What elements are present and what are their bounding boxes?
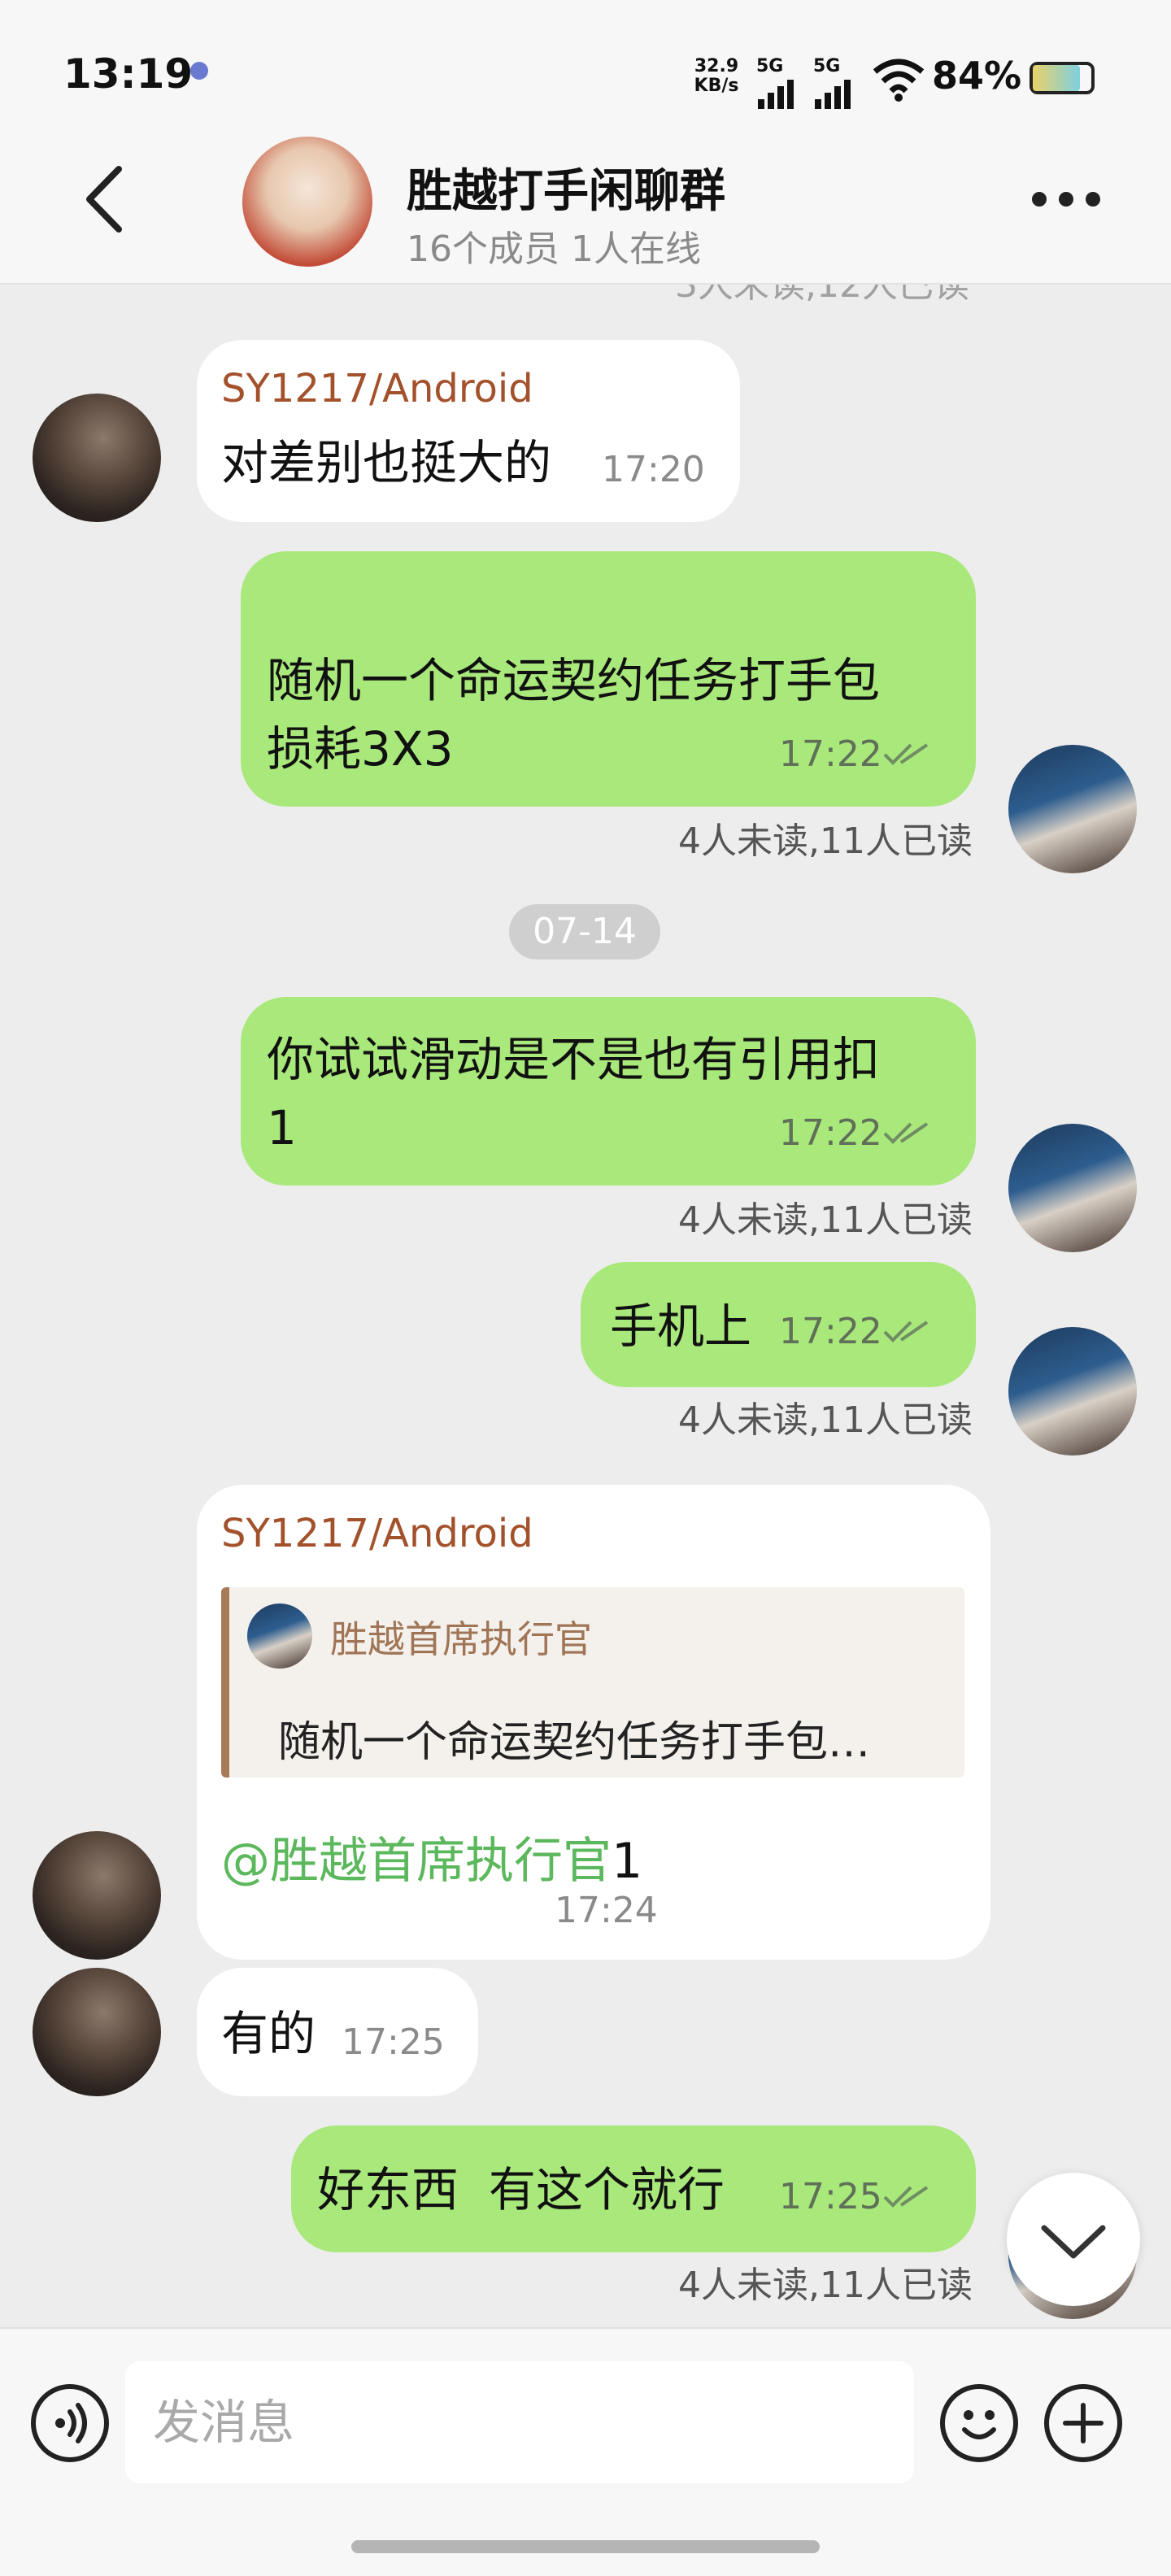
message-text: 手机上 [610,1299,752,1354]
back-arrow-icon[interactable] [81,163,127,236]
sender-avatar[interactable] [33,1831,161,1960]
status-time: 13:19 [63,50,194,98]
battery-percent: 84% [932,54,1022,98]
message-text: 对差别也挺大的 [221,435,552,490]
net-speed: 32.9 KB/s [688,57,745,96]
more-icon[interactable] [1030,187,1103,211]
signal-icon-2: 5G [813,57,862,112]
message-input-field[interactable] [125,2361,914,2483]
net-speed-unit: KB/s [694,76,739,96]
message-time: 17:22 [779,733,882,775]
message-time: 17:20 [602,449,705,490]
app-notification-icon [190,62,208,80]
read-receipt[interactable]: 4人未读,11人已读 [678,812,973,864]
my-avatar[interactable] [1008,1124,1137,1252]
chevron-down-icon [1041,2225,1106,2259]
message-text: 好东西 有这个就行 [317,2162,725,2217]
plus-icon [1063,2403,1104,2443]
group-avatar[interactable] [242,137,372,267]
message-text: 1 [612,1833,643,1890]
message-time: 17:22 [779,1112,882,1154]
signal-bars-2 [815,80,851,109]
message-time: 17:25 [342,2021,445,2063]
home-indicator[interactable] [351,2540,820,2553]
signal-bars [758,80,794,109]
message-mention-line: @胜越首席执行官1 [221,1821,642,1892]
message-input[interactable] [125,2361,914,2483]
sender-avatar[interactable] [33,1968,161,2096]
message-time: 17:25 [779,2176,882,2217]
message-bubble-mine[interactable] [241,997,976,1186]
quote-sender: 胜越首席执行官 [330,1617,592,1661]
message-text: 随机一个命运契约任务打手包 [267,653,881,708]
group-subtitle: 16个成员 1人在线 [407,228,701,270]
sender-name: SY1217/Android [221,366,533,411]
message-text: 有的 [221,2006,316,2061]
net-speed-value: 32.9 [694,56,739,76]
read-receipt[interactable]: 4人未读,11人已读 [678,1390,973,1442]
sender-name: SY1217/Android [221,1511,533,1556]
emoji-button[interactable] [940,2384,1018,2462]
quote-avatar [247,1603,312,1669]
sim1-label: 5G [756,56,784,76]
double-check-icon [883,743,929,765]
double-check-icon [883,1321,929,1342]
voice-button[interactable] [31,2384,109,2462]
double-check-icon [883,2186,929,2208]
sim2-label: 5G [813,56,841,76]
wifi-icon [873,59,925,102]
sender-avatar[interactable] [33,394,161,522]
quote-text: 随机一个命运契约任务打手包… [278,1718,871,1767]
my-avatar[interactable] [1008,745,1137,873]
my-avatar[interactable] [1008,1327,1137,1456]
read-receipt[interactable]: 4人未读,11人已读 [678,2256,973,2308]
message-time: 17:24 [555,1890,658,1931]
date-divider: 07-14 [509,904,660,959]
voice-icon [55,2403,87,2443]
scroll-to-bottom-button[interactable] [1007,2173,1140,2306]
plus-button[interactable] [1044,2384,1122,2462]
emoji-icon [962,2410,996,2439]
message-text: 你试试滑动是不是也有引用扣 [267,1032,881,1087]
message-time: 17:22 [779,1311,882,1352]
group-title[interactable]: 胜越打手闲聊群 [407,154,725,220]
signal-icon: 5G [756,57,805,112]
double-check-icon [883,1122,929,1144]
message-text-line2: 1 [267,1100,297,1155]
message-text-line2: 损耗3X3 [267,721,454,777]
mention-link[interactable]: @胜越首席执行官 [221,1833,612,1890]
battery-icon [1030,62,1095,94]
read-receipt[interactable]: 4人未读,11人已读 [678,1190,973,1242]
